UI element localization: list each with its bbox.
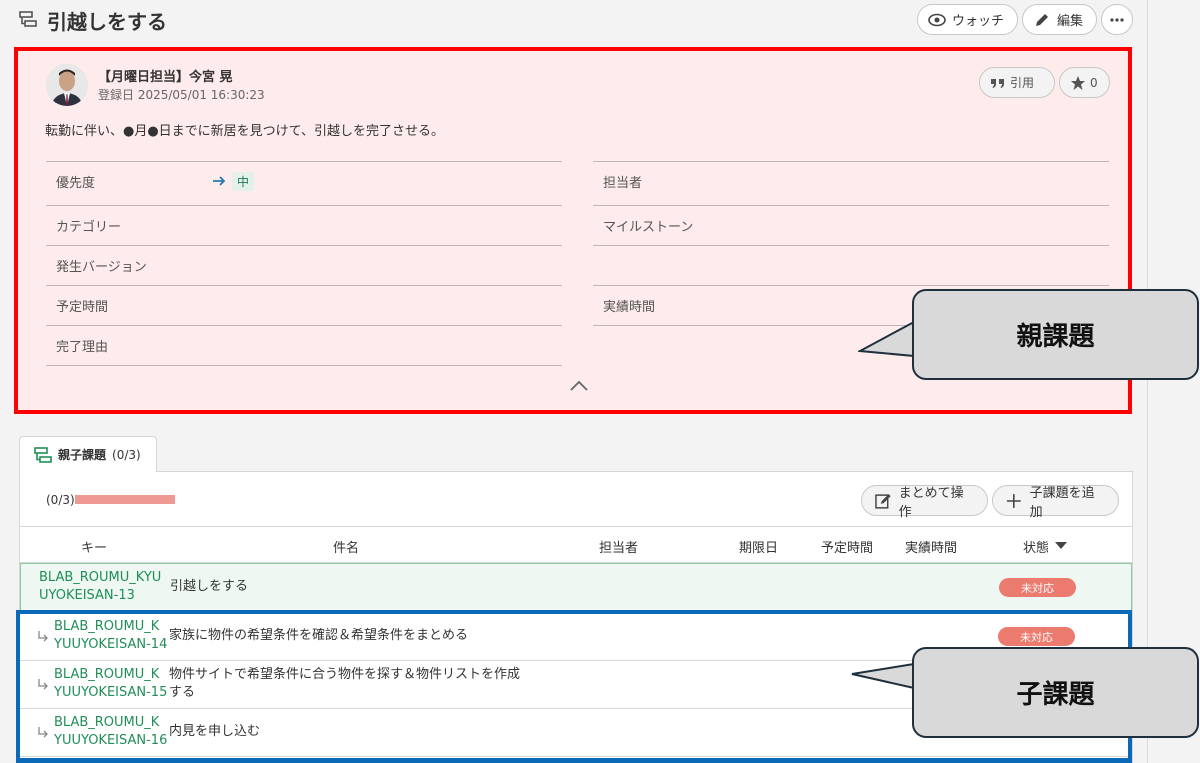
issue-summary[interactable]: 引越しをする (170, 578, 248, 596)
arrow-right-icon (213, 176, 226, 186)
avatar (46, 64, 88, 106)
tab-label: 親子課題 (58, 448, 107, 462)
tab-count: (0/3) (112, 447, 141, 462)
pencil-icon (1036, 13, 1048, 26)
column-actual-hours[interactable]: 実績時間 (905, 537, 957, 556)
registered-date: 登録日 2025/05/01 16:30:23 (98, 88, 265, 102)
column-due-date[interactable]: 期限日 (739, 537, 778, 556)
tab-parent-child[interactable]: 親子課題 (0/3) (19, 436, 157, 472)
callout-tail (851, 663, 915, 689)
key-line: BLAB_ROUMU_KYU (39, 570, 162, 585)
field-estimated-hours: 予定時間 (46, 285, 562, 325)
field-label: 実績時間 (603, 300, 656, 315)
star-button[interactable]: 0 (1059, 67, 1110, 98)
field-label: 担当者 (603, 176, 643, 191)
bulk-edit-label: まとめて操作 (898, 485, 964, 520)
column-status[interactable]: 状態 (1023, 537, 1049, 556)
divider (46, 365, 562, 366)
issue-key[interactable]: BLAB_ROUMU_KYU UYOKEISAN-13 (39, 569, 161, 605)
progress-bar (75, 495, 175, 504)
column-assignee[interactable]: 担当者 (599, 537, 638, 556)
key-line: UYOKEISAN-13 (39, 588, 135, 603)
callout-child: 子課題 (912, 647, 1199, 738)
sort-down-icon[interactable] (1055, 542, 1067, 550)
star-count: 0 (1090, 75, 1098, 90)
parent-child-icon (34, 446, 52, 463)
field-label: 発生バージョン (56, 260, 147, 275)
author-name[interactable]: 【月曜日担当】今宮 晃 (98, 66, 233, 85)
add-subtask-button[interactable]: 子課題を追加 (992, 485, 1119, 520)
quote-label: 引用 (1010, 76, 1035, 90)
table-header: キー 件名 担当者 期限日 予定時間 実績時間 状態 (20, 526, 1132, 563)
user-photo-icon (46, 64, 88, 106)
issue-description: 転勤に伴い、●月●日までに新居を見つけて、引越しを完了させる。 (45, 124, 445, 139)
chevron-up-icon[interactable] (570, 379, 588, 391)
bulk-edit-icon (875, 493, 891, 509)
column-key[interactable]: キー (81, 537, 107, 556)
field-priority: 優先度 中 (46, 161, 562, 201)
callout-parent: 親課題 (912, 289, 1199, 380)
edit-label: 編集 (1057, 14, 1084, 29)
column-estimated-hours[interactable]: 予定時間 (821, 537, 873, 556)
field-label: 優先度 (56, 176, 96, 191)
table-row-parent[interactable]: BLAB_ROUMU_KYU UYOKEISAN-13 引越しをする 未対応 (20, 563, 1132, 611)
quote-button[interactable]: 引用 (979, 67, 1055, 98)
field-label: カテゴリー (56, 220, 122, 235)
star-icon (1071, 75, 1085, 90)
callout-tail (858, 321, 915, 357)
field-label: 予定時間 (56, 300, 109, 315)
add-subtask-label: 子課題を追加 (1029, 485, 1095, 520)
field-label: 完了理由 (56, 340, 109, 355)
more-dots-icon (1110, 17, 1124, 22)
field-version: 発生バージョン (46, 245, 562, 285)
progress-count: (0/3) (46, 493, 75, 507)
field-empty (593, 245, 1109, 285)
eye-icon (928, 13, 946, 26)
parent-child-icon (19, 11, 37, 27)
bulk-edit-button[interactable]: まとめて操作 (861, 485, 988, 520)
column-summary[interactable]: 件名 (333, 537, 359, 556)
more-button[interactable] (1101, 4, 1133, 35)
field-label: マイルストーン (603, 220, 694, 235)
plus-icon (1006, 493, 1021, 508)
watch-label: ウォッチ (952, 14, 1005, 29)
edit-button[interactable]: 編集 (1022, 4, 1097, 35)
page-title: 引越しをする (47, 10, 167, 34)
watch-button[interactable]: ウォッチ (917, 4, 1018, 35)
status-badge: 未対応 (999, 578, 1076, 597)
field-assignee: 担当者 (593, 161, 1109, 201)
progress-fill (75, 495, 175, 504)
field-milestone: マイルストーン (593, 205, 1109, 245)
field-resolution: 完了理由 (46, 325, 562, 365)
field-category: カテゴリー (46, 205, 562, 245)
quote-icon (991, 78, 1004, 88)
priority-value: 中 (232, 172, 255, 191)
